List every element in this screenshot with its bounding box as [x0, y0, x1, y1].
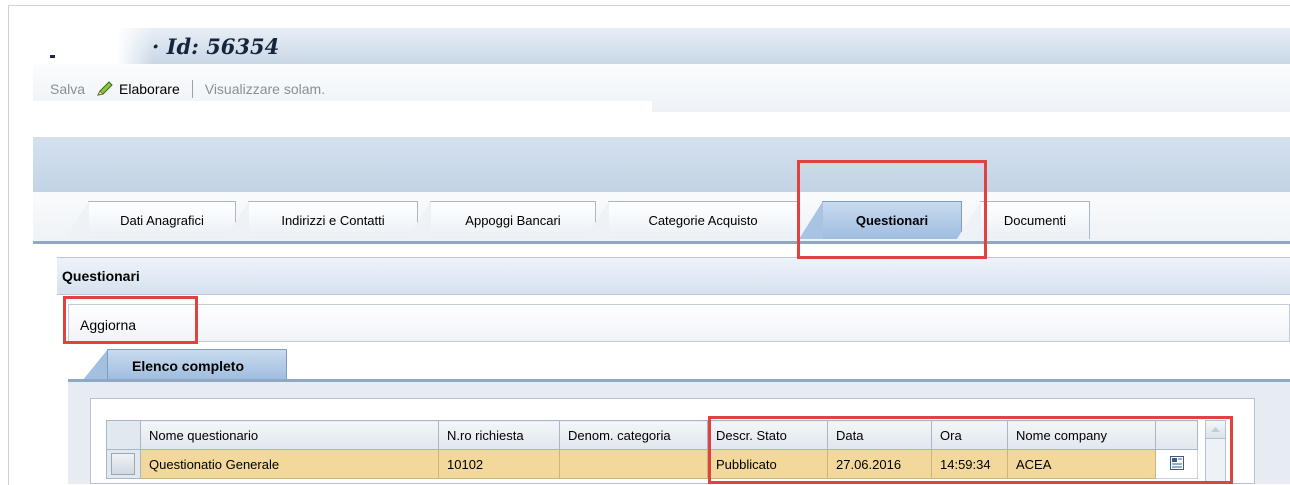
tab-label: Documenti	[1003, 213, 1067, 228]
column-header[interactable]: Denom. categoria	[559, 420, 708, 450]
section-toolbar	[68, 304, 1290, 342]
tab-categorie-acquisto[interactable]: Categorie Acquisto	[585, 201, 798, 239]
tab-label: Dati Anagrafici	[120, 213, 204, 228]
row-selector-button[interactable]	[111, 453, 135, 475]
header-band	[33, 137, 1290, 192]
title-redaction-mark	[50, 55, 55, 58]
tab-label: Appoggi Bancari	[465, 213, 561, 228]
section-title: Questionari	[62, 268, 140, 284]
column-header[interactable]: Nome questionario	[140, 420, 439, 450]
view-only-button[interactable]: Visualizzare solam.	[205, 81, 325, 97]
redacted-area-2	[650, 112, 1290, 137]
pencil-icon	[97, 81, 113, 96]
tab-label: Categorie Acquisto	[648, 213, 758, 228]
title-redaction	[33, 28, 153, 64]
table-cell[interactable]	[559, 449, 708, 479]
highlight-questionari-tab	[797, 160, 987, 259]
tab-slant	[585, 201, 609, 239]
tab-dati-anagrafici[interactable]: Dati Anagrafici	[65, 201, 236, 239]
tab-appoggi-bancari[interactable]: Appoggi Bancari	[407, 201, 596, 239]
edit-label: Elaborare	[119, 81, 180, 97]
subtab-slant	[82, 349, 108, 381]
select-all-header[interactable]	[106, 420, 141, 450]
tab-elenco-completo[interactable]: Elenco completo	[107, 349, 287, 381]
redacted-area	[20, 101, 652, 137]
highlight-aggiorna	[63, 296, 198, 344]
row-selector[interactable]	[106, 449, 141, 479]
tab-slant	[65, 201, 89, 239]
tab-label: Indirizzi e Contatti	[281, 213, 385, 228]
column-header[interactable]: N.ro richiesta	[438, 420, 560, 450]
toolbar-separator	[191, 80, 193, 98]
table-cell[interactable]: Questionatio Generale	[140, 449, 439, 479]
page-title: · Id: 56354	[152, 34, 280, 59]
tab-underline	[33, 241, 1290, 244]
edit-button[interactable]: Elaborare	[95, 80, 180, 98]
toolbar-buttons: Salva Elaborare Visualizzare solam.	[50, 80, 325, 98]
table-cell[interactable]: 10102	[438, 449, 560, 479]
tab-slant	[225, 201, 249, 239]
tab-indirizzi-contatti[interactable]: Indirizzi e Contatti	[225, 201, 418, 239]
tab-documenti[interactable]: Documenti	[957, 201, 1090, 239]
tab-slant	[407, 201, 431, 239]
save-button[interactable]: Salva	[50, 81, 85, 97]
highlight-table-columns	[708, 416, 1233, 484]
section-header	[57, 257, 1290, 295]
